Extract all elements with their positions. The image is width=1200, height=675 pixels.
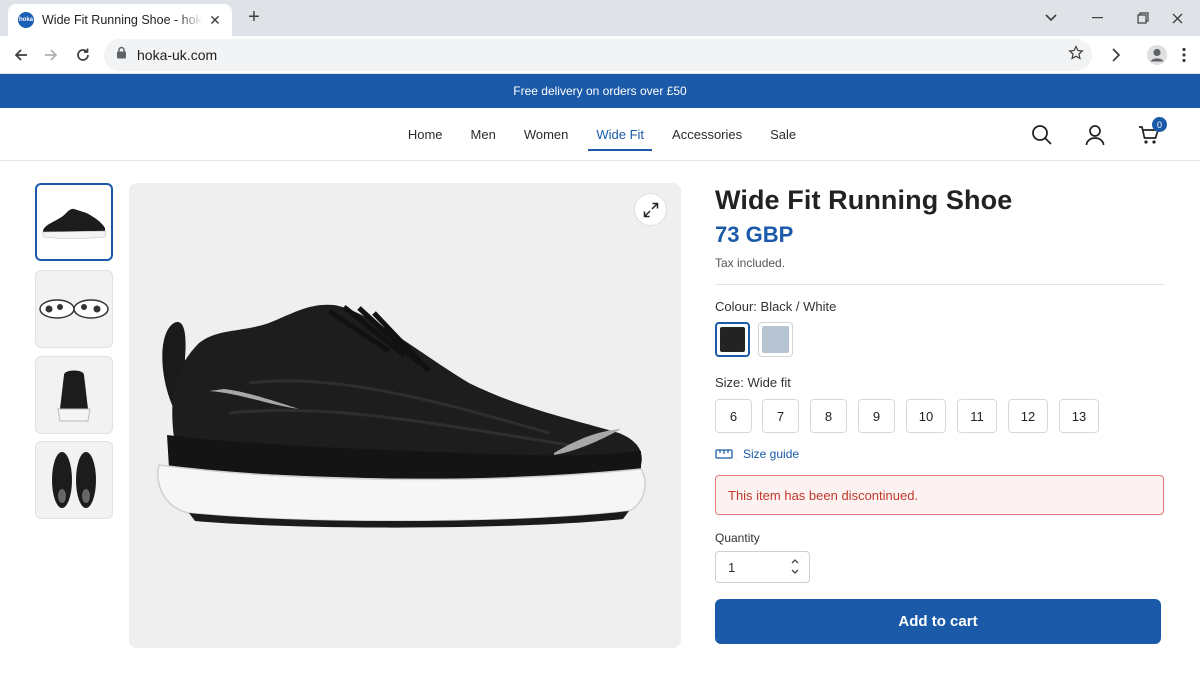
url-text: hoka-uk.com [137,47,218,63]
size-7-button[interactable]: 7 [762,399,799,433]
shoe-sole-thumb-icon [39,299,109,319]
running-shoe-image [157,304,646,528]
tab-title: Wide Fit Running Shoe - hoka-uk.com [42,13,202,27]
thumbnail-heel-view[interactable] [35,356,113,434]
tax-note: Tax included. [715,256,786,270]
hoka-favicon-icon: hoka [18,12,34,28]
lock-icon [116,46,127,64]
close-window-icon[interactable] [1154,0,1200,36]
swatch-black-white[interactable] [715,322,750,357]
size-8-button[interactable]: 8 [810,399,847,433]
browser-tab-strip: hoka Wide Fit Running Shoe - hoka-uk.com… [0,0,1200,36]
shoe-top-thumb-icon [52,452,96,508]
size-guide-label: Size guide [743,447,800,461]
browser-menu-icon[interactable] [1171,42,1197,68]
announcement-bar: Free delivery on orders over £50 [0,74,1200,108]
size-options: 6 7 8 9 10 11 12 13 [715,399,1165,433]
nav-wide-fit[interactable]: Wide Fit [582,108,658,161]
announcement-text: Free delivery on orders over £50 [513,84,687,98]
shoe-heel-thumb-icon [57,370,91,422]
new-tab-icon[interactable]: + [242,6,266,29]
size-label: Size: Wide fit [715,375,791,390]
size-10-button[interactable]: 10 [906,399,946,433]
nav-accessories[interactable]: Accessories [658,108,756,161]
address-bar[interactable]: hoka-uk.com [104,39,1092,71]
shoe-side-thumb-icon [41,208,107,239]
thumbnail-top-view[interactable] [35,441,113,519]
swatch-grey-blue[interactable] [758,322,793,357]
size-9-button[interactable]: 9 [858,399,895,433]
cart-count-badge: 0 [1152,117,1167,132]
colour-label: Colour: Black / White [715,299,837,314]
quantity-arrows [791,556,799,578]
tab-close-icon[interactable]: ✕ [206,12,224,29]
size-11-button[interactable]: 11 [957,399,997,433]
browser-tab[interactable]: hoka Wide Fit Running Shoe - hoka-uk.com… [8,4,232,36]
decrease-arrow-icon[interactable] [791,567,799,578]
forward-arrow-icon[interactable] [38,42,64,68]
reload-icon[interactable] [70,42,96,68]
back-arrow-icon[interactable] [8,42,34,68]
size-12-button[interactable]: 12 [1008,399,1048,433]
increase-arrow-icon[interactable] [791,556,799,567]
colour-swatches [715,322,1165,357]
main-product-image[interactable] [129,183,681,648]
nav-sale[interactable]: Sale [756,108,810,161]
tab-search-icon[interactable] [1028,0,1074,36]
cart-icon[interactable]: 0 [1136,117,1167,148]
account-icon[interactable] [1082,122,1108,148]
quantity-label: Quantity [715,531,760,545]
nav-women[interactable]: Women [510,108,583,161]
main-navigation: Home Men Women Wide Fit Accessories Sale [0,108,1200,161]
profile-avatar-icon[interactable] [1144,42,1170,68]
browser-toolbar: hoka-uk.com [0,36,1200,74]
thumbnail-sole-view[interactable] [35,270,113,348]
zoom-expand-button[interactable] [634,193,667,226]
add-to-cart-button[interactable]: Add to cart [715,599,1161,644]
bookmark-star-icon[interactable] [1068,45,1084,66]
divider [715,284,1165,285]
product-price: 73 GBP [715,222,794,247]
size-6-button[interactable]: 6 [715,399,752,433]
nav-home[interactable]: Home [394,108,457,161]
site-header: Home Men Women Wide Fit Accessories Sale… [0,108,1200,161]
size-13-button[interactable]: 13 [1059,399,1099,433]
ruler-icon [715,449,733,459]
search-icon[interactable] [1029,122,1055,148]
size-guide-link[interactable]: Size guide [715,447,1165,461]
expand-arrows-icon [643,202,658,217]
thumbnail-side-view[interactable] [35,183,113,261]
discontinued-alert: This item has been discontinued. [715,475,1164,515]
product-title: Wide Fit Running Shoe [715,185,1013,215]
quantity-stepper[interactable]: 1 [715,551,810,583]
nav-men[interactable]: Men [457,108,510,161]
quantity-value: 1 [728,559,736,575]
minimize-icon[interactable] [1074,0,1120,36]
product-info: Wide Fit Running Shoe 73 GBP Tax include… [715,183,1165,644]
extensions-chevron-icon[interactable] [1103,42,1129,68]
